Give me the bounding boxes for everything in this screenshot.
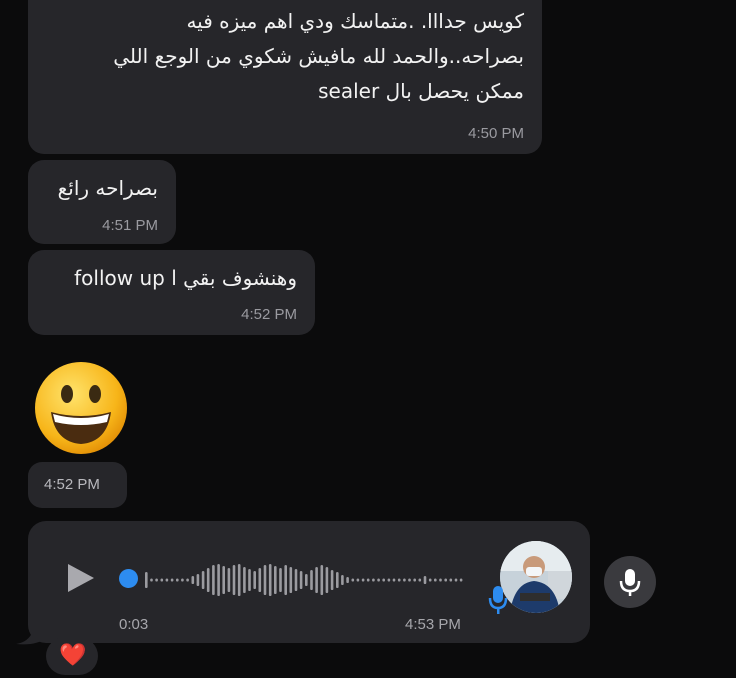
waveform-bar	[330, 570, 334, 590]
microphone-icon	[488, 585, 508, 615]
waveform-bar	[186, 578, 189, 582]
waveform-bar	[227, 568, 231, 592]
voice-waveform[interactable]	[145, 560, 465, 600]
waveform-bar	[439, 578, 442, 582]
waveform-bar	[145, 572, 148, 588]
message-text: وهنشوف بقي follow up l	[74, 266, 297, 290]
waveform-bar	[449, 578, 453, 582]
waveform-bar	[150, 578, 153, 582]
message-line: ممكن يحصل بال sealer	[318, 79, 524, 103]
waveform-bar	[356, 578, 360, 582]
waveform-bar	[196, 574, 200, 586]
waveform-bar	[366, 578, 370, 582]
waveform-bar	[191, 576, 195, 584]
message-bubble-1[interactable]: كويس جدااا. .متماسك ودي اهم ميزه فيه بصر…	[28, 0, 542, 154]
waveform-bar	[459, 578, 463, 582]
waveform-bar	[341, 575, 344, 585]
waveform-bar	[387, 578, 391, 582]
message-timestamp: 4:52 PM	[44, 476, 100, 493]
emoji-timestamp-pill: 4:52 PM	[28, 462, 127, 508]
waveform-bar	[206, 568, 210, 592]
waveform-bar	[253, 571, 256, 589]
waveform-bar	[310, 570, 313, 590]
waveform-bar	[392, 578, 396, 582]
message-line: كويس جدااا. .متماسك ودي اهم ميزه فيه	[186, 9, 524, 33]
waveform-bar	[397, 578, 401, 582]
waveform-bar	[377, 578, 380, 582]
waveform-bar	[444, 578, 447, 582]
waveform-bar	[284, 565, 287, 595]
waveform-bar	[155, 578, 158, 582]
waveform-bar	[258, 568, 262, 592]
waveform-bar	[243, 567, 246, 593]
playback-dot[interactable]	[119, 569, 138, 588]
message-timestamp: 4:50 PM	[468, 125, 524, 142]
waveform-bar	[201, 571, 205, 589]
message-timestamp: 4:52 PM	[241, 306, 297, 323]
voice-elapsed: 0:03	[119, 616, 149, 633]
play-button[interactable]	[66, 562, 96, 594]
waveform-bar	[325, 567, 329, 593]
message-timestamp: 4:51 PM	[102, 217, 158, 234]
waveform-bar	[248, 569, 251, 591]
waveform-bar	[222, 566, 225, 594]
message-bubble-3[interactable]: وهنشوف بقي follow up l 4:52 PM	[28, 250, 315, 335]
message-text: بصراحه رائع	[57, 176, 158, 200]
waveform-bar	[279, 568, 282, 592]
waveform-bar	[434, 578, 437, 582]
waveform-bar	[336, 572, 339, 588]
heart-icon: ❤️	[59, 643, 87, 668]
waveform-bar	[268, 564, 272, 596]
waveform-bar	[418, 578, 422, 582]
waveform-bar	[274, 566, 277, 594]
waveform-bar	[232, 565, 236, 595]
waveform-bar	[315, 567, 318, 593]
waveform-bar	[212, 565, 215, 595]
waveform-bar	[305, 574, 308, 586]
waveform-bar	[361, 578, 365, 582]
waveform-bar	[237, 564, 241, 596]
bubble-tail	[16, 628, 46, 645]
waveform-bar	[382, 578, 385, 582]
waveform-bar	[413, 578, 416, 582]
grinning-face-icon[interactable]	[33, 360, 129, 456]
record-voice-button[interactable]	[604, 556, 656, 608]
waveform-bar	[160, 578, 164, 582]
waveform-bar	[217, 564, 220, 596]
waveform-bar	[346, 577, 349, 583]
waveform-bar	[181, 578, 184, 582]
waveform-bar	[289, 567, 293, 593]
reaction-badge[interactable]: ❤️	[46, 637, 98, 675]
waveform-bar	[165, 578, 169, 582]
avatar[interactable]	[500, 541, 572, 613]
waveform-bar	[408, 578, 411, 582]
waveform-bar	[263, 565, 267, 595]
waveform-bar	[320, 565, 324, 595]
waveform-bar	[403, 578, 406, 582]
waveform-bar	[176, 578, 179, 582]
waveform-bar	[170, 578, 174, 582]
microphone-icon	[619, 569, 641, 596]
waveform-bar	[423, 576, 427, 584]
waveform-bar	[299, 571, 303, 589]
message-bubble-2[interactable]: بصراحه رائع 4:51 PM	[28, 160, 176, 244]
voice-timestamp: 4:53 PM	[405, 616, 461, 633]
waveform-bar	[372, 578, 375, 582]
waveform-bar	[454, 578, 458, 582]
waveform-bar	[351, 578, 355, 582]
waveform-bar	[294, 569, 298, 591]
message-line: بصراحه..والحمد لله مافيش شكوي من الوجع ا…	[113, 44, 524, 68]
waveform-bar	[428, 578, 432, 582]
play-icon	[68, 564, 94, 592]
